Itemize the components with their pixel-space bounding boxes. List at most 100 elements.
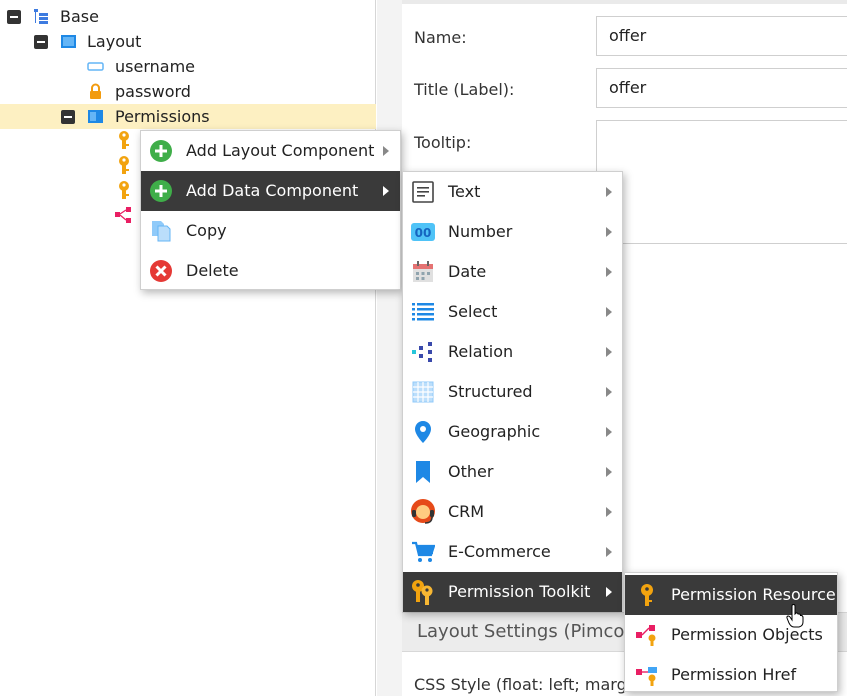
menu-item-add-layout-component[interactable]: Add Layout Component <box>141 131 400 171</box>
menu-item-date[interactable]: Date <box>403 252 622 292</box>
tree-node-label: Layout <box>87 32 142 51</box>
submenu-arrow-icon <box>606 507 612 517</box>
menu-item-structured[interactable]: Structured <box>403 372 622 412</box>
input-field-icon <box>87 62 104 71</box>
menu-item-crm[interactable]: CRM <box>403 492 622 532</box>
menu-item-label: Permission Resource <box>671 585 836 604</box>
list-icon <box>412 303 434 321</box>
menu-item-label: Add Data Component <box>186 181 359 200</box>
menu-item-text[interactable]: Text <box>403 172 622 212</box>
number-icon: 00 <box>411 223 435 241</box>
data-component-submenu: Text 00 Number Date Select Relation Stru… <box>402 171 623 612</box>
name-input[interactable]: offer <box>596 16 847 56</box>
css-style-label: CSS Style (float: left; margin: <box>414 675 647 694</box>
submenu-arrow-icon <box>606 187 612 197</box>
menu-item-ecommerce[interactable]: E-Commerce <box>403 532 622 572</box>
collapse-toggle-icon[interactable] <box>7 10 21 24</box>
panel-icon <box>88 110 103 123</box>
menu-item-number[interactable]: 00 Number <box>403 212 622 252</box>
tree-node-password[interactable]: password <box>0 79 376 104</box>
context-menu: Add Layout Component Add Data Component … <box>140 130 401 290</box>
submenu-arrow-icon <box>383 146 389 156</box>
menu-item-label: Delete <box>186 261 239 280</box>
tooltip-textarea[interactable] <box>596 120 847 244</box>
map-pin-icon <box>415 421 431 443</box>
menu-item-label: CRM <box>448 502 485 521</box>
menu-item-label: Add Layout Component <box>186 141 375 160</box>
layout-settings-title: Layout Settings (Pimco <box>417 621 625 642</box>
permission-toolkit-submenu: Permission Resource Permission Objects P… <box>624 572 838 692</box>
shopping-cart-icon <box>412 541 435 562</box>
copy-icon <box>152 221 171 242</box>
submenu-arrow-icon <box>606 547 612 557</box>
menu-item-label: Copy <box>186 221 227 240</box>
menu-item-relation[interactable]: Relation <box>403 332 622 372</box>
keys-icon <box>412 580 433 605</box>
submenu-arrow-icon <box>606 587 612 597</box>
menu-item-permission-toolkit[interactable]: Permission Toolkit <box>403 572 622 612</box>
menu-item-label: Select <box>448 302 498 321</box>
permission-objects-icon[interactable] <box>114 206 134 224</box>
hierarchy-icon <box>34 9 48 24</box>
key-icon[interactable] <box>115 155 133 175</box>
title-label: Title (Label): <box>414 80 515 99</box>
tree-node-label: Permissions <box>115 107 210 126</box>
support-agent-icon <box>411 499 435 524</box>
tree-node-label: password <box>115 82 191 101</box>
svg-text:00: 00 <box>415 226 432 240</box>
permission-objects-icon <box>636 625 656 646</box>
submenu-arrow-icon <box>606 347 612 357</box>
menu-item-add-data-component[interactable]: Add Data Component <box>141 171 400 211</box>
delete-red-circle-icon <box>150 260 172 282</box>
plus-circle-green-icon <box>150 180 172 202</box>
key-icon <box>641 584 653 606</box>
menu-item-label: Relation <box>448 342 514 361</box>
class-tree-panel: Base Layout username password Permission… <box>0 0 376 696</box>
collapse-toggle-icon[interactable] <box>34 35 48 49</box>
menu-item-delete[interactable]: Delete <box>141 251 400 291</box>
collapse-toggle-icon[interactable] <box>61 110 75 124</box>
tree-node-layout[interactable]: Layout <box>0 29 376 54</box>
menu-item-label: Text <box>448 182 481 201</box>
submenu-arrow-icon <box>606 467 612 477</box>
key-icon[interactable] <box>115 180 133 200</box>
menu-item-other[interactable]: Other <box>403 452 622 492</box>
submenu-arrow-icon <box>383 186 389 196</box>
submenu-arrow-icon <box>606 267 612 277</box>
permission-href-icon <box>636 667 657 686</box>
menu-item-permission-objects[interactable]: Permission Objects <box>625 615 837 655</box>
menu-item-label: E-Commerce <box>448 542 551 561</box>
tree-node-label: username <box>115 57 195 76</box>
calendar-icon <box>413 261 433 282</box>
name-label: Name: <box>414 28 467 47</box>
key-icon[interactable] <box>115 130 133 150</box>
submenu-arrow-icon <box>606 387 612 397</box>
menu-item-label: Structured <box>448 382 533 401</box>
menu-item-copy[interactable]: Copy <box>141 211 400 251</box>
tree-node-permissions[interactable]: Permissions <box>0 104 376 129</box>
menu-item-select[interactable]: Select <box>403 292 622 332</box>
bookmark-icon <box>416 461 430 483</box>
title-input[interactable]: offer <box>596 68 847 108</box>
lock-icon <box>90 83 101 99</box>
tree-node-label: Base <box>60 7 99 26</box>
menu-item-label: Other <box>448 462 494 481</box>
menu-item-label: Permission Href <box>671 665 797 684</box>
hand-pointer-cursor-icon <box>786 604 804 628</box>
menu-item-permission-href[interactable]: Permission Href <box>625 655 837 695</box>
submenu-arrow-icon <box>606 427 612 437</box>
menu-item-label: Geographic <box>448 422 541 441</box>
menu-item-label: Date <box>448 262 487 281</box>
menu-item-permission-resource[interactable]: Permission Resource <box>625 575 837 615</box>
relation-icon <box>412 342 432 362</box>
grid-icon <box>412 381 434 403</box>
tree-node-username[interactable]: username <box>0 54 376 79</box>
text-icon <box>412 181 434 203</box>
tree-node-base[interactable]: Base <box>0 4 376 29</box>
submenu-arrow-icon <box>606 307 612 317</box>
panel-icon <box>61 35 76 48</box>
submenu-arrow-icon <box>606 227 612 237</box>
menu-item-label: Permission Toolkit <box>448 582 591 601</box>
tooltip-label: Tooltip: <box>414 133 472 152</box>
menu-item-geographic[interactable]: Geographic <box>403 412 622 452</box>
